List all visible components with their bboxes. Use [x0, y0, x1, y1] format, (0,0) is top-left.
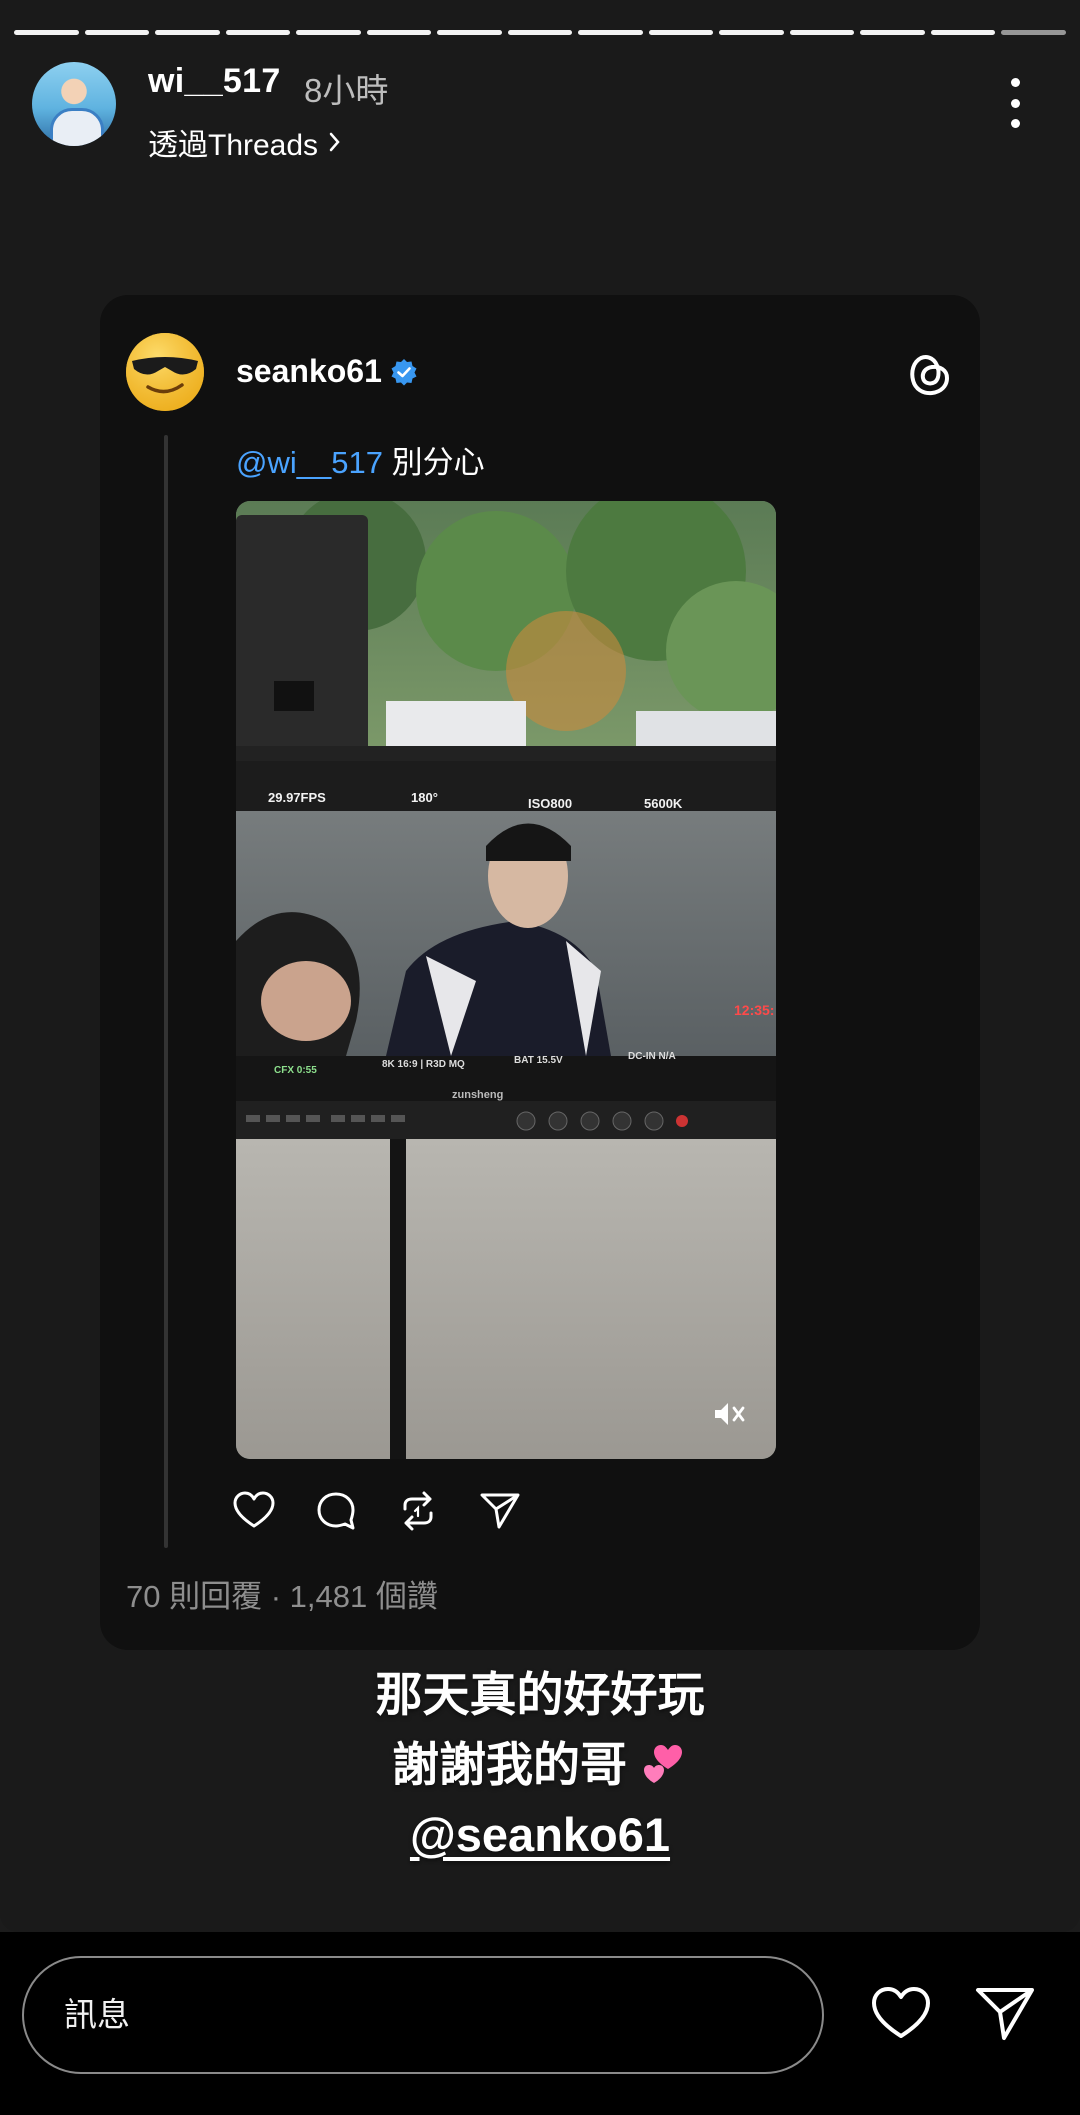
post-text: @wi__517 別分心 — [236, 437, 485, 482]
heart-icon[interactable] — [232, 1489, 276, 1533]
verified-badge-icon — [391, 358, 417, 385]
story-username[interactable]: wi__517 — [148, 62, 281, 101]
progress-segment — [930, 30, 996, 35]
monitor-cfx: CFX 0:55 — [274, 1065, 317, 1076]
post-author[interactable]: seanko61 — [236, 353, 418, 390]
progress-segment — [14, 30, 79, 35]
threads-logo-icon[interactable] — [902, 345, 954, 399]
message-input[interactable] — [22, 1956, 824, 2074]
post-actions — [232, 1489, 522, 1533]
story-viewer[interactable]: wi__517 8小時 透過Threads seanko61 @wi__517 … — [0, 0, 1080, 1932]
post-stats[interactable]: 70 則回覆 · 1,481 個讚 — [126, 1571, 438, 1616]
chevron-right-icon — [329, 132, 340, 152]
post-body: 別分心 — [382, 445, 485, 480]
caption-mention-line[interactable]: @seanko61 — [0, 1800, 1080, 1870]
story-header: wi__517 8小時 透過Threads — [32, 60, 1060, 162]
monitor-dcin: DC-IN N/A — [628, 1051, 676, 1062]
progress-segment — [719, 30, 784, 35]
via-threads-link[interactable]: 透過Threads — [148, 120, 342, 164]
heart-icon[interactable] — [870, 1984, 932, 2042]
comment-icon[interactable] — [314, 1489, 358, 1533]
progress-segment — [84, 30, 150, 35]
caption-thanks-text: 謝謝我的哥 — [391, 1738, 627, 1791]
via-threads-label: 透過Threads — [148, 129, 319, 162]
monitor-battery: BAT 15.5V — [514, 1055, 563, 1066]
caption-line-1: 那天真的好好玩 — [375, 1668, 705, 1721]
two-hearts-emoji-icon — [644, 1745, 683, 1783]
repost-icon[interactable] — [396, 1489, 440, 1533]
monitor-fps: 29.97FPS — [268, 790, 326, 805]
progress-segment — [860, 30, 925, 35]
progress-segment — [578, 30, 643, 35]
progress-segment — [225, 30, 291, 35]
threads-post-card[interactable]: seanko61 @wi__517 別分心 29.97FPS 180° ISO8… — [100, 295, 980, 1650]
share-icon[interactable] — [478, 1489, 522, 1533]
monitor-timecode: 12:35: — [734, 1002, 774, 1018]
progress-segment — [437, 30, 502, 35]
caption-line-2: 謝謝我的哥 — [0, 1730, 1080, 1800]
monitor-shutter: 180° — [411, 790, 438, 805]
sunglasses-emoji-avatar[interactable] — [124, 331, 206, 413]
more-dot — [1010, 98, 1020, 108]
send-icon[interactable] — [974, 1984, 1036, 2042]
monitor-wb: 5600K — [644, 796, 683, 811]
muted-speaker-icon[interactable] — [712, 1399, 746, 1429]
monitor-format: 8K 16:9 | R3D MQ — [382, 1059, 465, 1070]
post-mention[interactable]: @wi__517 — [236, 445, 383, 480]
progress-segment — [507, 30, 573, 35]
thread-connector-line — [164, 435, 168, 1548]
progress-segment — [296, 30, 361, 35]
more-dot — [1010, 78, 1020, 87]
story-reply-bar — [0, 1932, 1080, 2115]
progress-segment — [366, 30, 432, 35]
progress-segment-current — [1001, 30, 1066, 35]
video-frame: 29.97FPS 180° ISO800 5600K CFX 0:55 8K 1… — [236, 501, 776, 1459]
more-options-button[interactable] — [1008, 78, 1022, 128]
more-dot — [1010, 119, 1020, 128]
monitor-iso: ISO800 — [528, 796, 572, 811]
post-author-name: seanko61 — [236, 353, 382, 389]
story-progress-bar — [14, 30, 1066, 35]
avatar[interactable] — [32, 62, 116, 146]
progress-segment — [155, 30, 220, 35]
progress-segment — [648, 30, 714, 35]
story-caption: 那天真的好好玩 謝謝我的哥 @seanko61 — [0, 1660, 1080, 1870]
post-video[interactable]: 29.97FPS 180° ISO800 5600K CFX 0:55 8K 1… — [236, 501, 776, 1459]
monitor-brand: zunsheng — [452, 1089, 503, 1101]
story-timestamp: 8小時 — [304, 72, 389, 109]
progress-segment — [789, 30, 855, 35]
caption-mention-link[interactable]: @seanko61 — [410, 1808, 670, 1861]
